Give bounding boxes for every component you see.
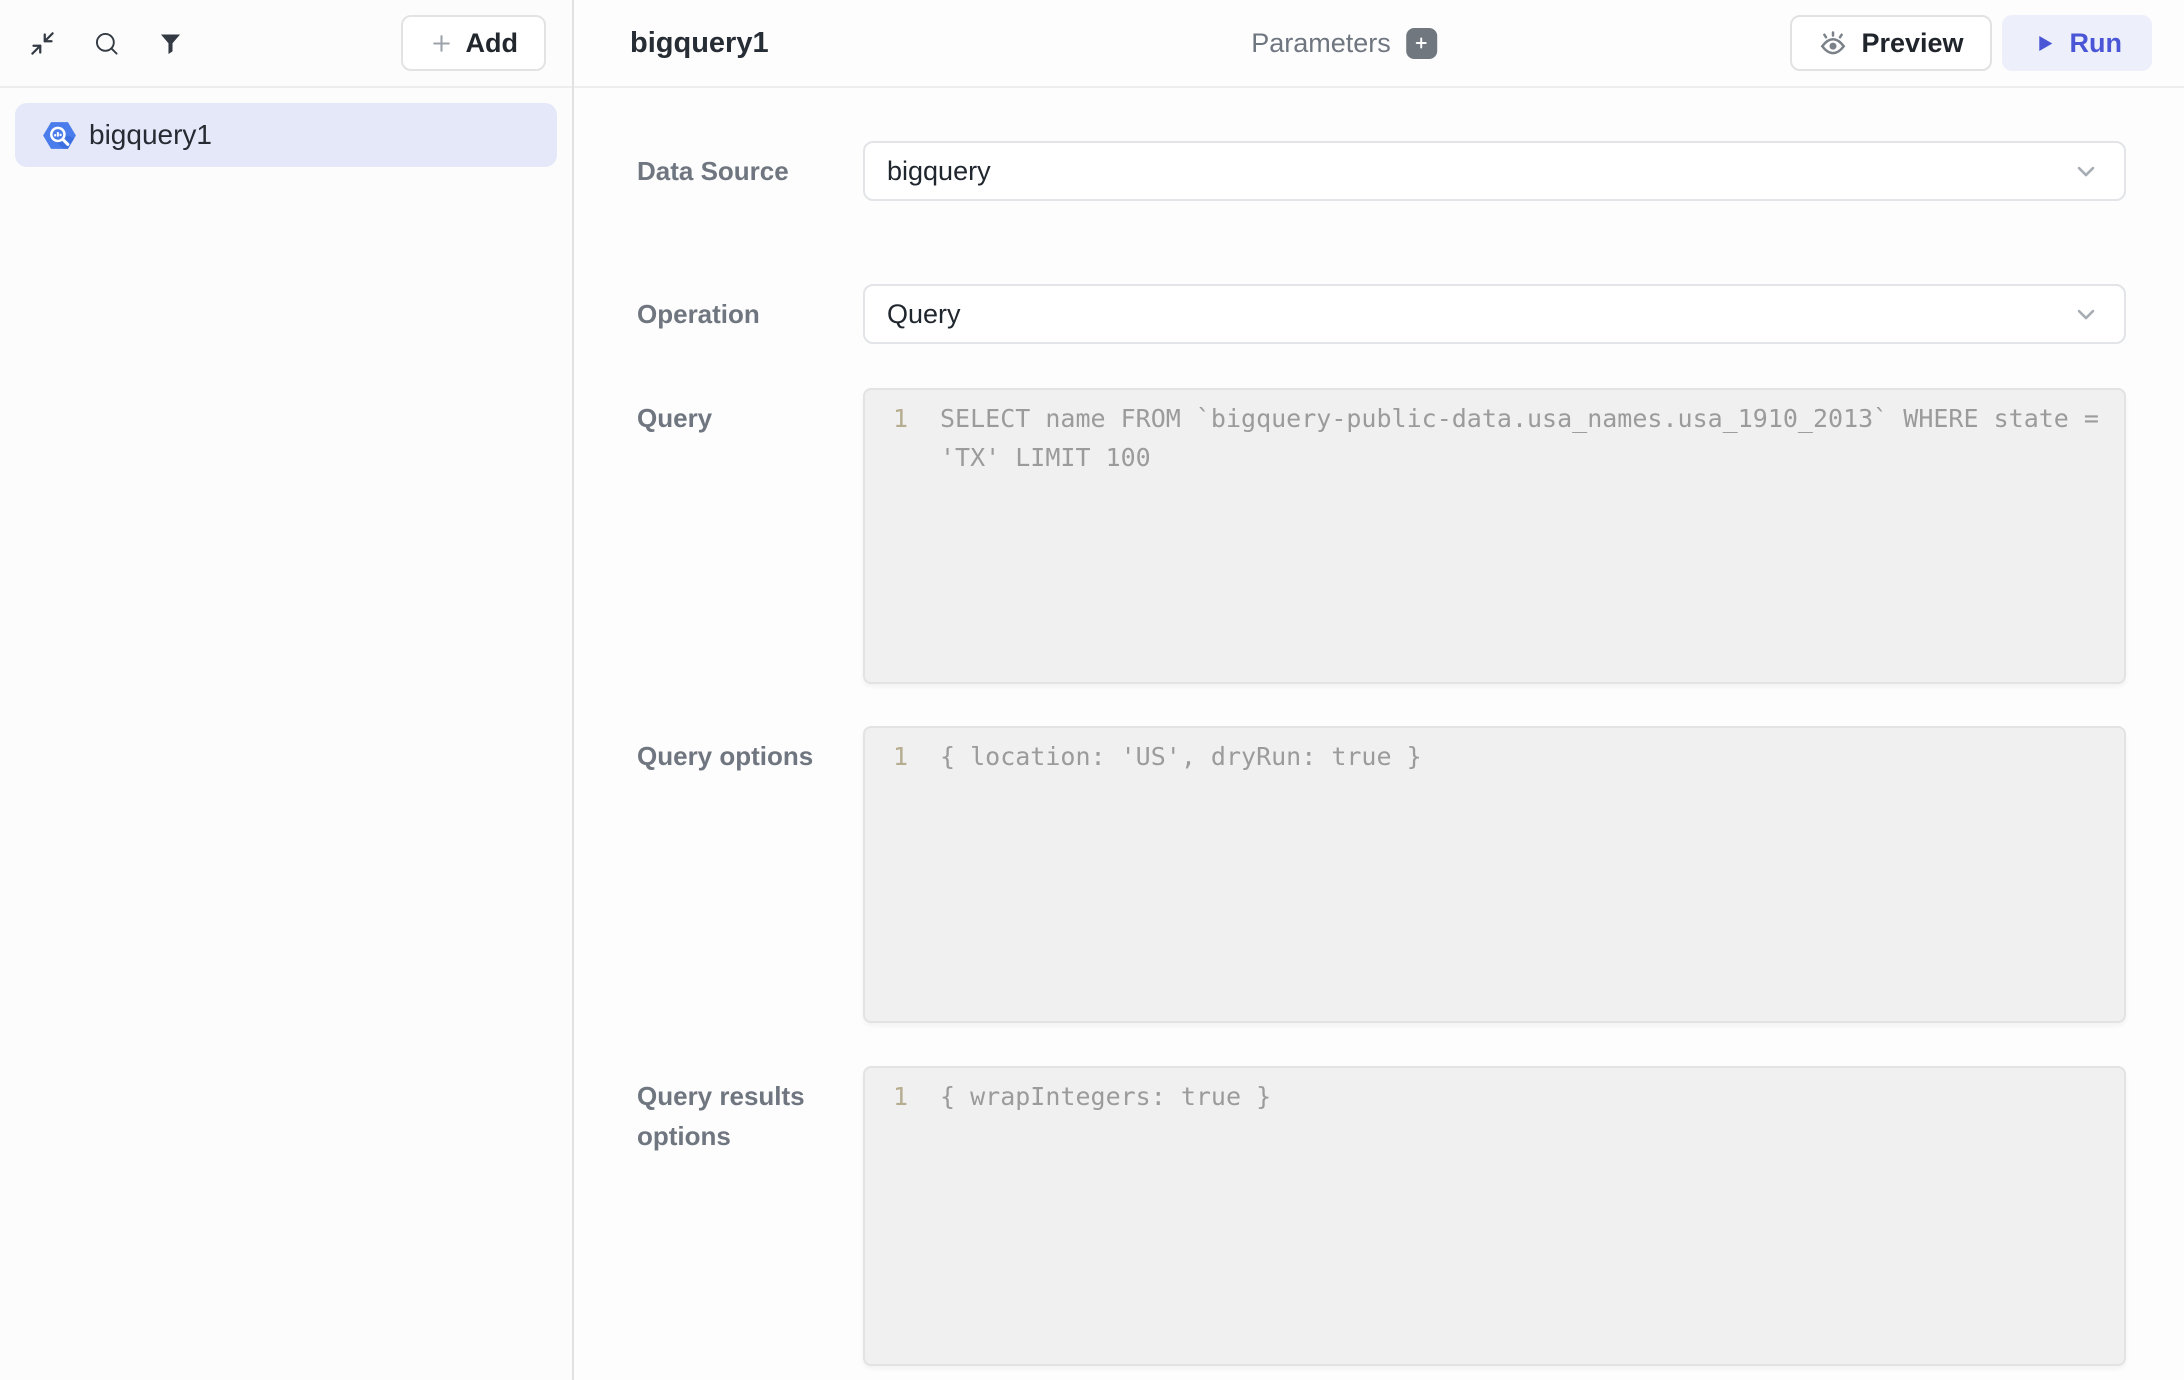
- add-button-label: Add: [466, 28, 518, 59]
- filter-icon: [157, 30, 184, 57]
- search-button[interactable]: [84, 21, 128, 65]
- plus-icon: [1412, 34, 1430, 52]
- bigquery-icon: [42, 118, 77, 153]
- preview-button-label: Preview: [1861, 28, 1963, 59]
- parameters-label: Parameters: [1251, 28, 1391, 59]
- code-line: 1 SELECT name FROM `bigquery-public-data…: [865, 399, 2114, 477]
- collapse-sidebar-button[interactable]: [20, 21, 64, 65]
- main-header: bigquery1 Parameters: [574, 0, 2184, 88]
- plus-icon: [429, 31, 454, 56]
- parameters-group: Parameters: [1251, 28, 1437, 59]
- run-button[interactable]: Run: [2002, 15, 2152, 71]
- data-source-row: Data Source bigquery: [637, 141, 2126, 201]
- query-list: bigquery1: [0, 88, 572, 182]
- chevron-down-icon: [2072, 300, 2100, 328]
- query-code-editor[interactable]: 1 SELECT name FROM `bigquery-public-data…: [863, 388, 2126, 684]
- collapse-icon: [29, 30, 56, 57]
- query-item-label: bigquery1: [89, 119, 212, 151]
- query-results-options-label: Query results options: [637, 1066, 863, 1156]
- filter-button[interactable]: [148, 21, 192, 65]
- sidebar: Add bigquery1: [0, 0, 574, 1380]
- main-panel: bigquery1 Parameters: [574, 0, 2184, 1380]
- line-number: 1: [865, 737, 940, 776]
- code-line: 1 { wrapIntegers: true }: [865, 1077, 2114, 1116]
- query-label: Query: [637, 388, 863, 438]
- query-results-options-row: Query results options 1 { wrapIntegers: …: [637, 1066, 2126, 1366]
- operation-select[interactable]: Query: [863, 284, 2126, 344]
- operation-row: Operation Query: [637, 284, 2126, 344]
- preview-button[interactable]: Preview: [1790, 15, 1991, 71]
- data-source-label: Data Source: [637, 151, 863, 191]
- header-actions: Preview Run: [1790, 15, 2152, 71]
- code-line: 1 { location: 'US', dryRun: true }: [865, 737, 2114, 776]
- query-row: Query 1 SELECT name FROM `bigquery-publi…: [637, 388, 2126, 684]
- query-placeholder-text: SELECT name FROM `bigquery-public-data.u…: [940, 399, 2114, 477]
- query-options-editor[interactable]: 1 { location: 'US', dryRun: true }: [863, 726, 2126, 1023]
- data-source-value: bigquery: [887, 156, 991, 187]
- run-button-label: Run: [2070, 28, 2122, 59]
- sidebar-header: Add: [0, 0, 572, 88]
- line-number: 1: [865, 399, 940, 477]
- data-source-select[interactable]: bigquery: [863, 141, 2126, 201]
- search-icon: [93, 30, 120, 57]
- operation-value: Query: [887, 299, 961, 330]
- query-results-options-editor[interactable]: 1 { wrapIntegers: true }: [863, 1066, 2126, 1366]
- query-list-item-bigquery1[interactable]: bigquery1: [15, 103, 557, 167]
- line-number: 1: [865, 1077, 940, 1116]
- chevron-down-icon: [2072, 157, 2100, 185]
- query-results-options-placeholder-text: { wrapIntegers: true }: [940, 1077, 2114, 1116]
- query-editor-form: Data Source bigquery Operation Query: [574, 88, 2184, 1366]
- page-title: bigquery1: [630, 27, 769, 60]
- add-parameter-button[interactable]: [1406, 28, 1437, 59]
- query-options-label: Query options: [637, 726, 863, 776]
- query-options-placeholder-text: { location: 'US', dryRun: true }: [940, 737, 2114, 776]
- play-icon: [2032, 31, 2057, 56]
- eye-icon: [1818, 28, 1848, 58]
- query-options-row: Query options 1 { location: 'US', dryRun…: [637, 726, 2126, 1023]
- add-query-button[interactable]: Add: [401, 15, 546, 71]
- operation-label: Operation: [637, 294, 863, 334]
- app-root: Add bigquery1 bigquery1: [0, 0, 2184, 1380]
